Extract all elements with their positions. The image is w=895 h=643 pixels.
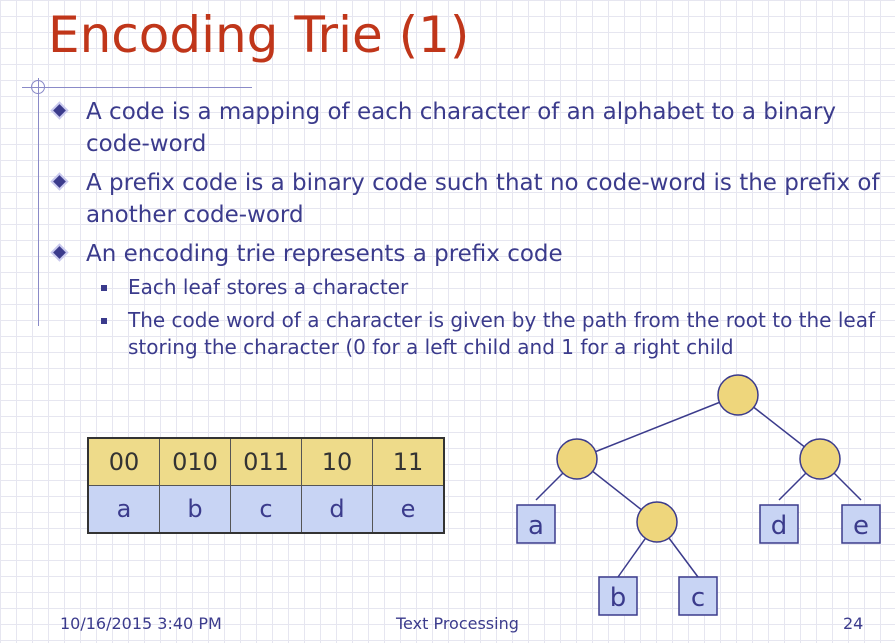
trie-internal-node [799, 438, 841, 480]
footer-date: 10/16/2015 3:40 PM [60, 614, 222, 633]
trie-leaf-label: a [528, 511, 544, 541]
trie-internal-node [556, 438, 598, 480]
encoding-trie-diagram: a b c d e [516, 374, 881, 616]
page-number: 24 [843, 614, 864, 633]
trie-internal-node [636, 501, 678, 543]
trie-internal-node [717, 374, 759, 416]
trie-leaf-label: d [771, 511, 788, 541]
trie-leaf-label: e [853, 511, 869, 541]
footer-title: Text Processing [396, 614, 519, 633]
trie-edge [576, 394, 739, 460]
trie-leaf-label: c [691, 583, 705, 613]
trie-leaf-label: b [610, 583, 627, 613]
